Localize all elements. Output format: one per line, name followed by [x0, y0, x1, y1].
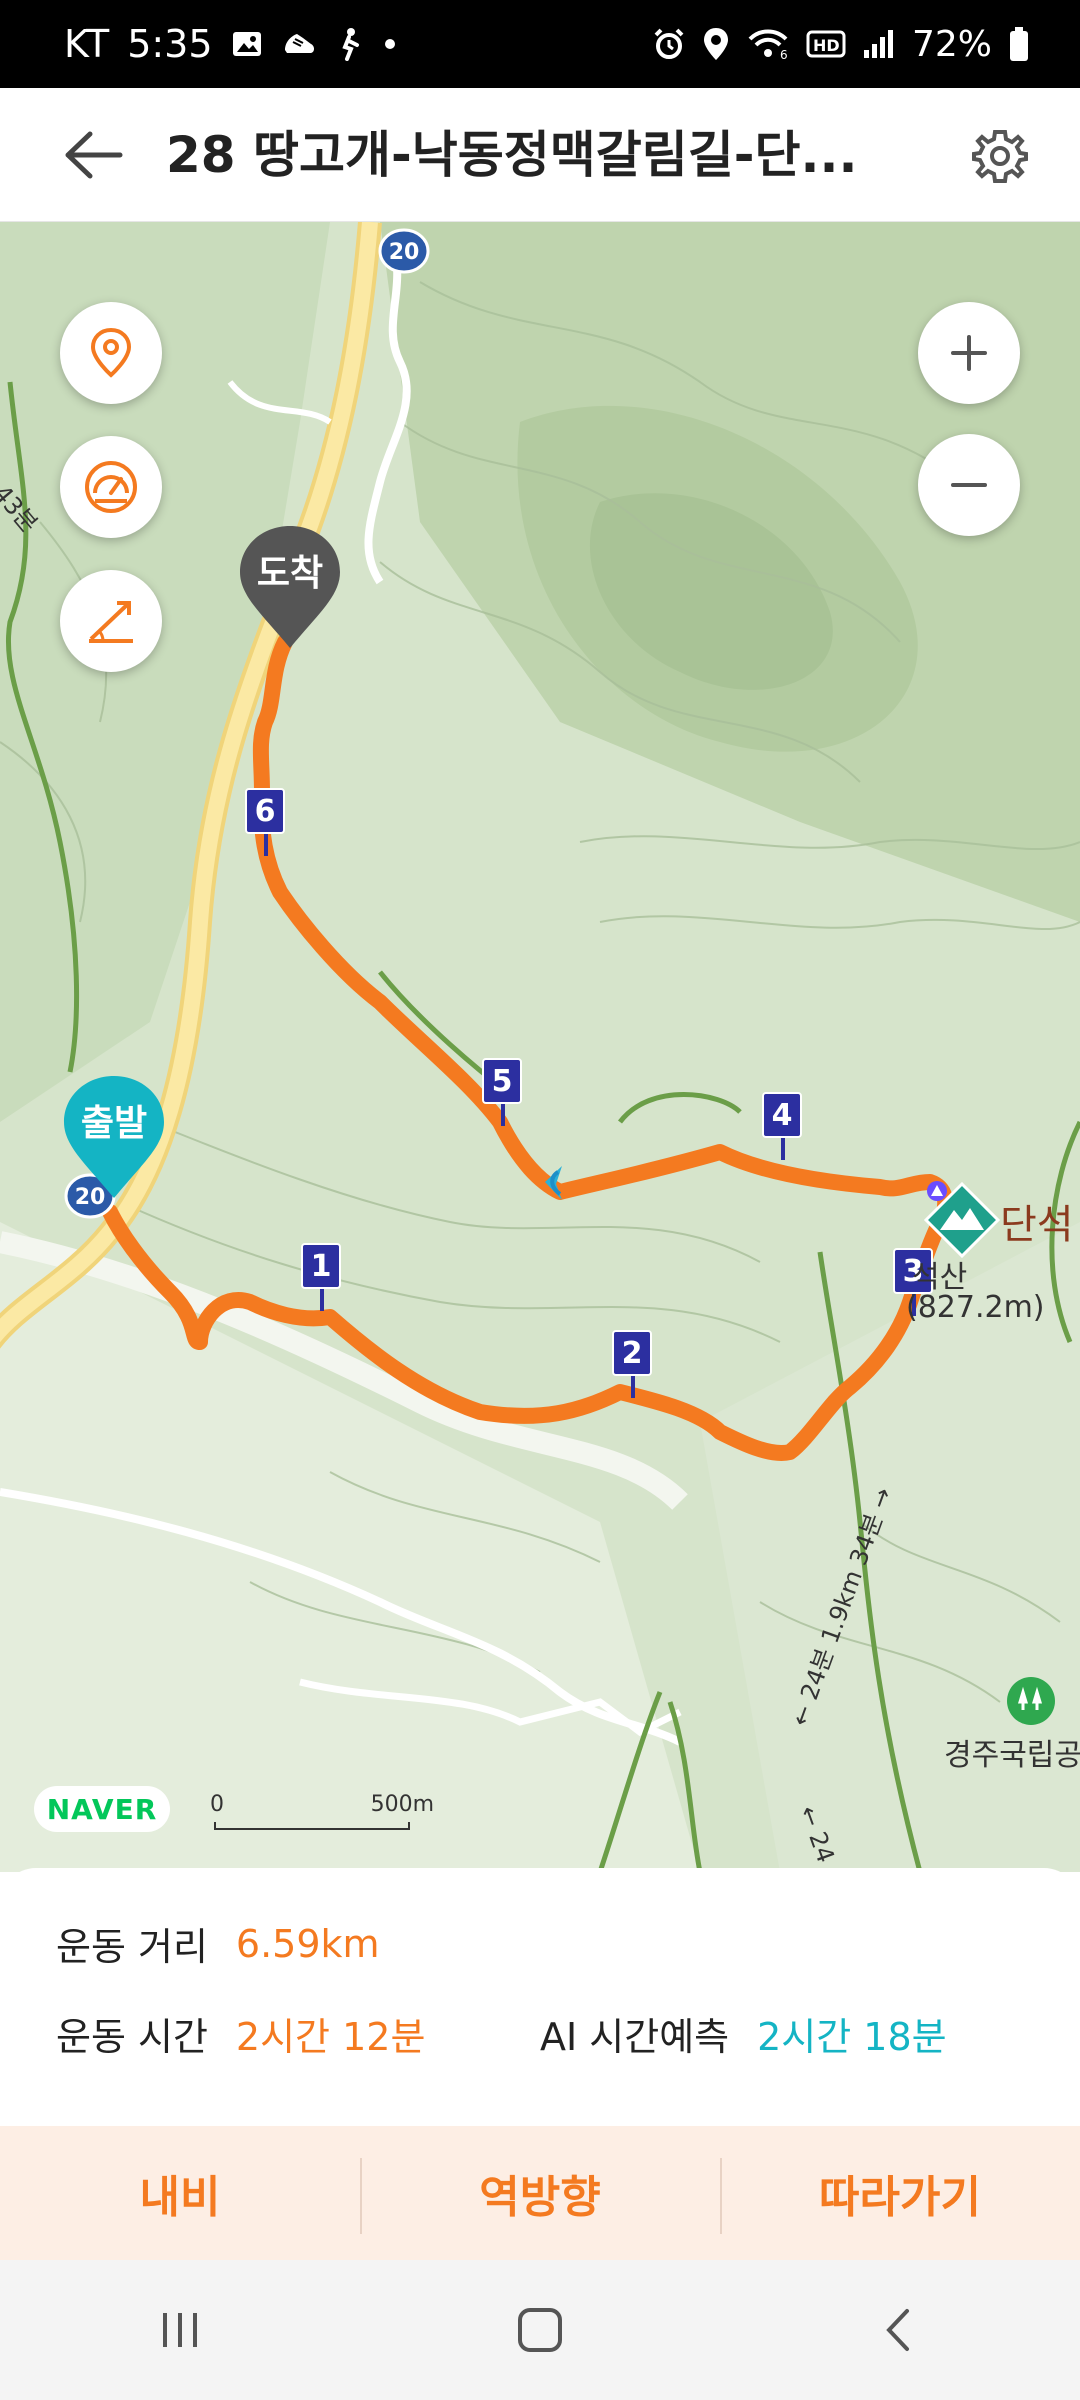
- tree-icon: [1007, 1677, 1055, 1725]
- ai-row: AI 시간예측 2시간 18분: [540, 2006, 947, 2061]
- map-view[interactable]: 20 20 도착 출발 1 2 3 4 5 6 단석 석산 (827.2m) 경…: [0, 222, 1080, 1872]
- status-left: KT 5:35: [64, 0, 397, 88]
- scale-zero-label: 0: [210, 1792, 224, 1817]
- scale-bar: 0 500m: [210, 1792, 434, 1832]
- svg-text:HD: HD: [813, 36, 840, 55]
- ai-value: 2시간 18분: [757, 2015, 947, 2059]
- end-pin[interactable]: 도착: [234, 522, 346, 652]
- image-icon: [231, 28, 263, 60]
- signal-icon: [862, 28, 896, 60]
- summit-triangle-icon: [927, 1181, 947, 1201]
- ai-label: AI 시간예측: [540, 2015, 730, 2059]
- route-info-panel: 운동 거리 6.59km 운동 시간 2시간 12분 AI 시간예측 2시간 1…: [0, 1868, 1080, 2126]
- naver-logo: NAVER: [34, 1786, 170, 1832]
- waypoint-1[interactable]: 1: [301, 1243, 341, 1311]
- svg-text:20: 20: [389, 240, 420, 265]
- battery-icon: [1008, 26, 1030, 62]
- start-pin-label: 출발: [80, 1103, 148, 1144]
- page-title: 28 땅고개-낙동정맥갈림길-단...: [166, 126, 858, 184]
- start-pin[interactable]: 출발: [58, 1072, 170, 1202]
- alarm-icon: [652, 27, 686, 61]
- gear-icon: [972, 130, 1028, 183]
- status-right: 6 HD 72%: [652, 0, 1030, 88]
- location-pin-icon: [90, 327, 132, 378]
- my-location-button[interactable]: [60, 302, 162, 404]
- speed-button[interactable]: [60, 436, 162, 538]
- chevron-left-icon: [886, 2309, 909, 2351]
- header: 28 땅고개-낙동정맥갈림길-단...: [0, 88, 1080, 222]
- end-pin-label: 도착: [256, 553, 324, 594]
- distance-label: 운동 거리: [56, 1925, 208, 1969]
- time-row: 운동 시간 2시간 12분: [56, 2006, 425, 2061]
- waypoint-2[interactable]: 2: [612, 1330, 652, 1398]
- map-terrain: [0, 222, 1080, 1872]
- carrier-label: KT: [64, 22, 110, 66]
- waypoint-4[interactable]: 4: [762, 1092, 802, 1160]
- slope-icon: [89, 601, 133, 643]
- waypoint-5[interactable]: 5: [482, 1058, 522, 1126]
- waypoint-6[interactable]: 6: [245, 788, 285, 856]
- peak-elevation-label: (827.2m): [906, 1290, 1045, 1325]
- plus-icon: [951, 335, 987, 371]
- distance-row: 운동 거리 6.59km: [56, 1916, 380, 1971]
- wifi-6-icon: 6: [746, 27, 790, 61]
- dot-icon: [383, 37, 397, 51]
- scale-distance-label: 500m: [370, 1792, 434, 1817]
- hd-icon: HD: [806, 29, 846, 59]
- location-icon: [702, 26, 730, 62]
- back-button[interactable]: [54, 118, 134, 192]
- reverse-button[interactable]: 역방향: [360, 2126, 720, 2260]
- navi-button[interactable]: 내비: [0, 2126, 360, 2260]
- minus-icon: [951, 483, 987, 487]
- time-label: 5:35: [127, 22, 213, 66]
- arrow-left-icon: [65, 131, 123, 179]
- peak-name-label: 단석: [1000, 1202, 1074, 1248]
- recent-apps-button[interactable]: [120, 2280, 240, 2380]
- distance-value: 6.59km: [235, 1921, 380, 1966]
- home-icon: [518, 2308, 562, 2352]
- time-label: 운동 시간: [56, 2015, 208, 2059]
- elevation-button[interactable]: [60, 570, 162, 672]
- zoom-out-button[interactable]: [918, 434, 1020, 536]
- system-nav-bar: [0, 2260, 1080, 2400]
- status-bar: KT 5:35 6 HD 72%: [0, 0, 1080, 88]
- scale-line: [214, 1822, 410, 1830]
- walking-icon: [335, 27, 365, 61]
- road-shield-20-top: 20: [378, 228, 430, 274]
- action-bar: 내비 역방향 따라가기: [0, 2126, 1080, 2260]
- park-name-label: 경주국립공: [944, 1738, 1080, 1773]
- battery-percent: 72%: [911, 23, 992, 65]
- follow-button[interactable]: 따라가기: [720, 2126, 1080, 2260]
- recent-apps-icon: [163, 2313, 197, 2347]
- zoom-in-button[interactable]: [918, 302, 1020, 404]
- speedometer-icon: [85, 461, 137, 513]
- time-value: 2시간 12분: [235, 2015, 426, 2059]
- home-button[interactable]: [480, 2280, 600, 2380]
- system-back-button[interactable]: [840, 2280, 960, 2380]
- sneaker-icon: [281, 28, 317, 60]
- svg-text:6: 6: [780, 48, 788, 61]
- settings-button[interactable]: [960, 116, 1040, 196]
